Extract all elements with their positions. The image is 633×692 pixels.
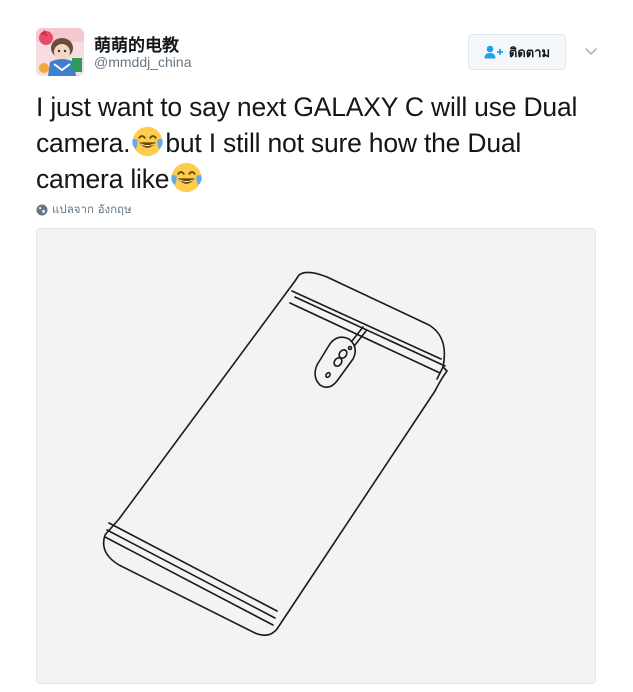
tweet-media-image[interactable]: [36, 228, 596, 684]
chevron-down-icon: [585, 48, 597, 55]
tweet-text-line2-part2: but I still not sure how the Dual: [165, 128, 522, 158]
add-user-icon: [484, 45, 503, 59]
follow-label: ติดตาม: [508, 45, 551, 61]
globe-icon: [36, 204, 48, 216]
username[interactable]: @mmddj_china: [94, 54, 191, 70]
tweet-text: I just want to say next GALAXY C will us…: [36, 89, 596, 197]
tweet-text-line1: I just want to say next GALAXY C will us…: [36, 92, 578, 122]
tweet-text-line2-part1: camera.: [36, 128, 131, 158]
follow-button[interactable]: ติดตาม: [468, 34, 566, 70]
tweet-menu-button[interactable]: [580, 40, 602, 62]
display-name[interactable]: 萌萌的电教: [94, 31, 179, 56]
phone-sketch-image: [102, 271, 448, 637]
translate-link[interactable]: แปลจาก อังกฤษ: [36, 202, 132, 218]
avatar[interactable]: [36, 28, 84, 76]
face-with-tears-of-joy-icon: [171, 162, 202, 193]
face-with-tears-of-joy-icon: [132, 126, 164, 157]
translate-label: แปลจาก อังกฤษ: [52, 202, 132, 216]
tweet-text-line3-part1: camera like: [36, 164, 170, 194]
avatar-illustration: [36, 28, 84, 76]
